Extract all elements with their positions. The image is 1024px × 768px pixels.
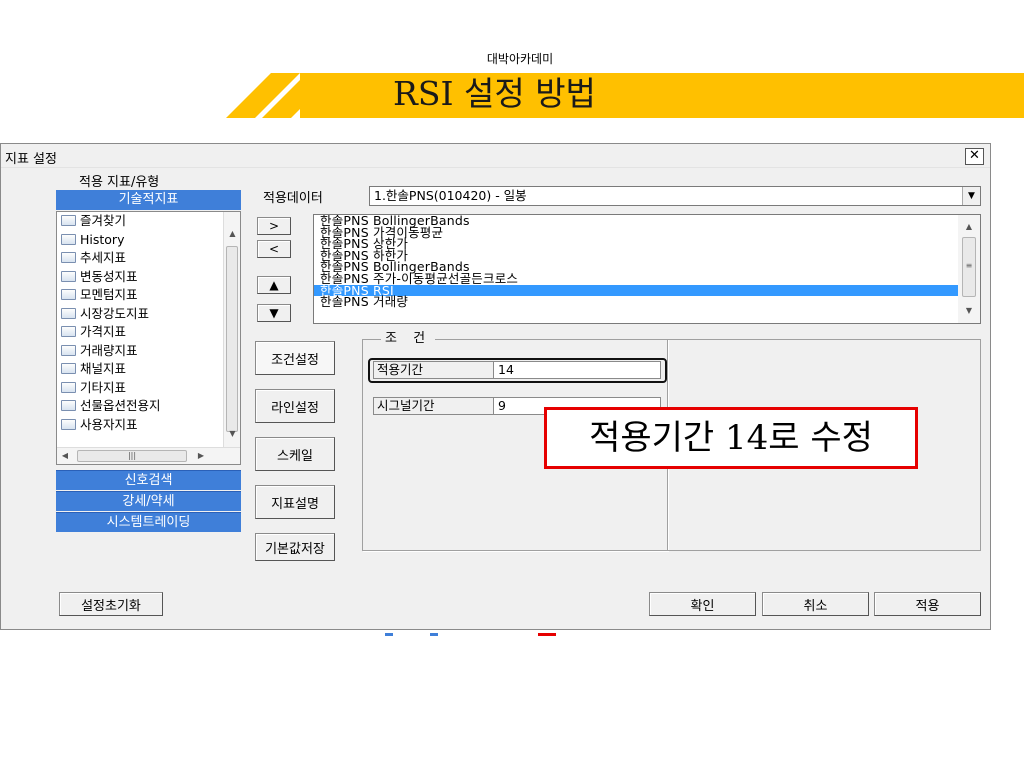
save-default-button[interactable]: 기본값저장 xyxy=(255,533,335,561)
indicator-settings-dialog: 지표 설정 ✕ 적용 지표/유형 기술적지표 즐겨찾기 History 추세지표변동… xyxy=(0,143,991,630)
folder-icon xyxy=(61,233,76,245)
tree-item[interactable]: 즐겨찾기 xyxy=(57,212,222,231)
folder-icon xyxy=(61,400,76,411)
dialog-titlebar: 지표 설정 ✕ xyxy=(1,144,990,168)
slide-banner: 대박아카데미 RSI 설정 방법 xyxy=(0,0,1024,135)
period-input[interactable]: 14 xyxy=(493,361,661,379)
data-select[interactable]: 1.한솔PNS(010420) - 일봉 ▼ xyxy=(369,186,981,206)
folder-icon xyxy=(61,252,76,263)
scroll-thumb[interactable]: ||| xyxy=(77,450,187,462)
signal-period-label: 시그널기간 xyxy=(373,397,493,415)
instruction-callout: 적용기간 14로 수정 xyxy=(544,407,918,469)
indicator-list-item[interactable]: 한솔PNS 주가-이동평균선골든크로스 xyxy=(314,272,980,285)
period-label: 적용기간 xyxy=(373,361,493,379)
tab-technical-indicators[interactable]: 기술적지표 xyxy=(56,190,241,210)
indicator-tree[interactable]: 즐겨찾기 History 추세지표변동성지표모멘텀지표시장강도지표가격지표거래량지표… xyxy=(56,211,241,465)
cancel-button[interactable]: 취소 xyxy=(762,592,869,616)
scroll-up-icon[interactable]: ▲ xyxy=(958,219,980,235)
tree-item-label: 즐겨찾기 xyxy=(80,213,127,228)
indicator-list-item[interactable]: 한솔PNS 거래량 xyxy=(314,296,980,308)
folder-icon xyxy=(61,326,76,337)
condition-group-title: 조 건 xyxy=(381,327,436,346)
dialog-title: 지표 설정 xyxy=(5,152,57,167)
scroll-left-icon[interactable]: ◀ xyxy=(57,448,73,464)
tree-item[interactable]: 선물옵션전용지 xyxy=(57,397,222,416)
folder-icon xyxy=(61,270,76,282)
tree-item-label: History xyxy=(80,231,125,247)
folder-icon xyxy=(61,289,76,300)
reset-settings-button[interactable]: 설정초기화 xyxy=(59,592,163,616)
tree-item-label: 추세지표 xyxy=(80,250,127,265)
indicator-list-item[interactable]: 한솔PNS 상한가 xyxy=(314,238,980,250)
left-panel-label: 적용 지표/유형 xyxy=(79,175,160,190)
indicator-description-button[interactable]: 지표설명 xyxy=(255,485,335,519)
tree-item-label: 모멘텀지표 xyxy=(80,287,138,302)
tree-item-label: 사용자지표 xyxy=(80,416,138,432)
data-select-value: 1.한솔PNS(010420) - 일봉 xyxy=(374,188,527,203)
indicator-list-rows: 한솔PNS BollingerBands 한솔PNS 가격이동평균 한솔PNS 상한… xyxy=(314,215,980,308)
scroll-up-icon[interactable]: ▲ xyxy=(224,226,240,242)
folder-icon xyxy=(61,418,76,430)
scroll-down-icon[interactable]: ▼ xyxy=(224,426,240,442)
decorative-mark xyxy=(538,633,556,636)
scroll-down-icon[interactable]: ▼ xyxy=(958,303,980,319)
list-scrollbar[interactable]: ▲ ≡ ▼ xyxy=(958,215,980,323)
remove-indicator-button[interactable]: < xyxy=(257,240,291,258)
tree-item-label: 기타지표 xyxy=(80,379,127,395)
apply-button[interactable]: 적용 xyxy=(874,592,981,616)
indicator-list-item[interactable]: 한솔PNS 가격이동평균 xyxy=(314,226,980,239)
chevron-down-icon[interactable]: ▼ xyxy=(962,187,980,205)
applied-indicator-list[interactable]: 한솔PNS BollingerBands 한솔PNS 가격이동평균 한솔PNS 상한… xyxy=(313,214,981,324)
tree-item[interactable]: 사용자지표 xyxy=(57,416,222,435)
tree-item-label: 선물옵션전용지 xyxy=(80,398,161,413)
tree-list: 즐겨찾기 History 추세지표변동성지표모멘텀지표시장강도지표가격지표거래량지표… xyxy=(57,212,222,434)
move-down-button[interactable]: ▼ xyxy=(257,304,291,322)
scroll-thumb[interactable]: ≡ xyxy=(962,237,976,297)
tree-item[interactable]: 기타지표 xyxy=(57,379,222,398)
tab-strength-weakness[interactable]: 강세/약세 xyxy=(56,491,241,511)
close-icon[interactable]: ✕ xyxy=(965,148,984,165)
tree-item-label: 가격지표 xyxy=(80,324,127,339)
indicator-list-item[interactable]: 한솔PNS RSI xyxy=(314,284,980,297)
decorative-mark xyxy=(430,633,438,636)
tree-item[interactable]: 시장강도지표 xyxy=(57,305,222,324)
line-settings-button[interactable]: 라인설정 xyxy=(255,389,335,423)
folder-icon xyxy=(61,215,76,226)
add-indicator-button[interactable]: > xyxy=(257,217,291,235)
scale-button[interactable]: 스케일 xyxy=(255,437,335,471)
tree-item[interactable]: 가격지표 xyxy=(57,323,222,342)
tree-vertical-scrollbar[interactable]: ▲ ▼ xyxy=(223,212,240,448)
folder-icon xyxy=(61,344,76,356)
scroll-thumb[interactable] xyxy=(226,246,238,432)
folder-icon xyxy=(61,381,76,393)
folder-icon xyxy=(61,363,76,374)
tree-item[interactable]: 추세지표 xyxy=(57,249,222,268)
folder-icon xyxy=(61,307,76,319)
tree-item-label: 채널지표 xyxy=(80,361,127,376)
tab-signal-search[interactable]: 신호검색 xyxy=(56,470,241,490)
tree-item-label: 변동성지표 xyxy=(80,268,138,284)
tree-horizontal-scrollbar[interactable]: ◀ ||| ▶ xyxy=(57,447,240,464)
tree-item[interactable]: 모멘텀지표 xyxy=(57,286,222,305)
scroll-right-icon[interactable]: ▶ xyxy=(193,448,209,464)
tree-item[interactable]: 거래량지표 xyxy=(57,342,222,361)
data-label: 적용데이터 xyxy=(263,191,323,206)
tree-item[interactable]: 변동성지표 xyxy=(57,268,222,287)
move-up-button[interactable]: ▲ xyxy=(257,276,291,294)
tree-item[interactable]: History xyxy=(57,231,222,250)
tree-item-label: 거래량지표 xyxy=(80,342,138,358)
tree-item-label: 시장강도지표 xyxy=(80,305,150,321)
tab-system-trading[interactable]: 시스템트레이딩 xyxy=(56,512,241,532)
confirm-button[interactable]: 확인 xyxy=(649,592,756,616)
condition-settings-button[interactable]: 조건설정 xyxy=(255,341,335,375)
decorative-mark xyxy=(385,633,393,636)
tree-item[interactable]: 채널지표 xyxy=(57,360,222,379)
slide-subtitle: 대박아카데미 xyxy=(486,52,554,66)
slide-title: RSI 설정 방법 xyxy=(393,74,596,113)
